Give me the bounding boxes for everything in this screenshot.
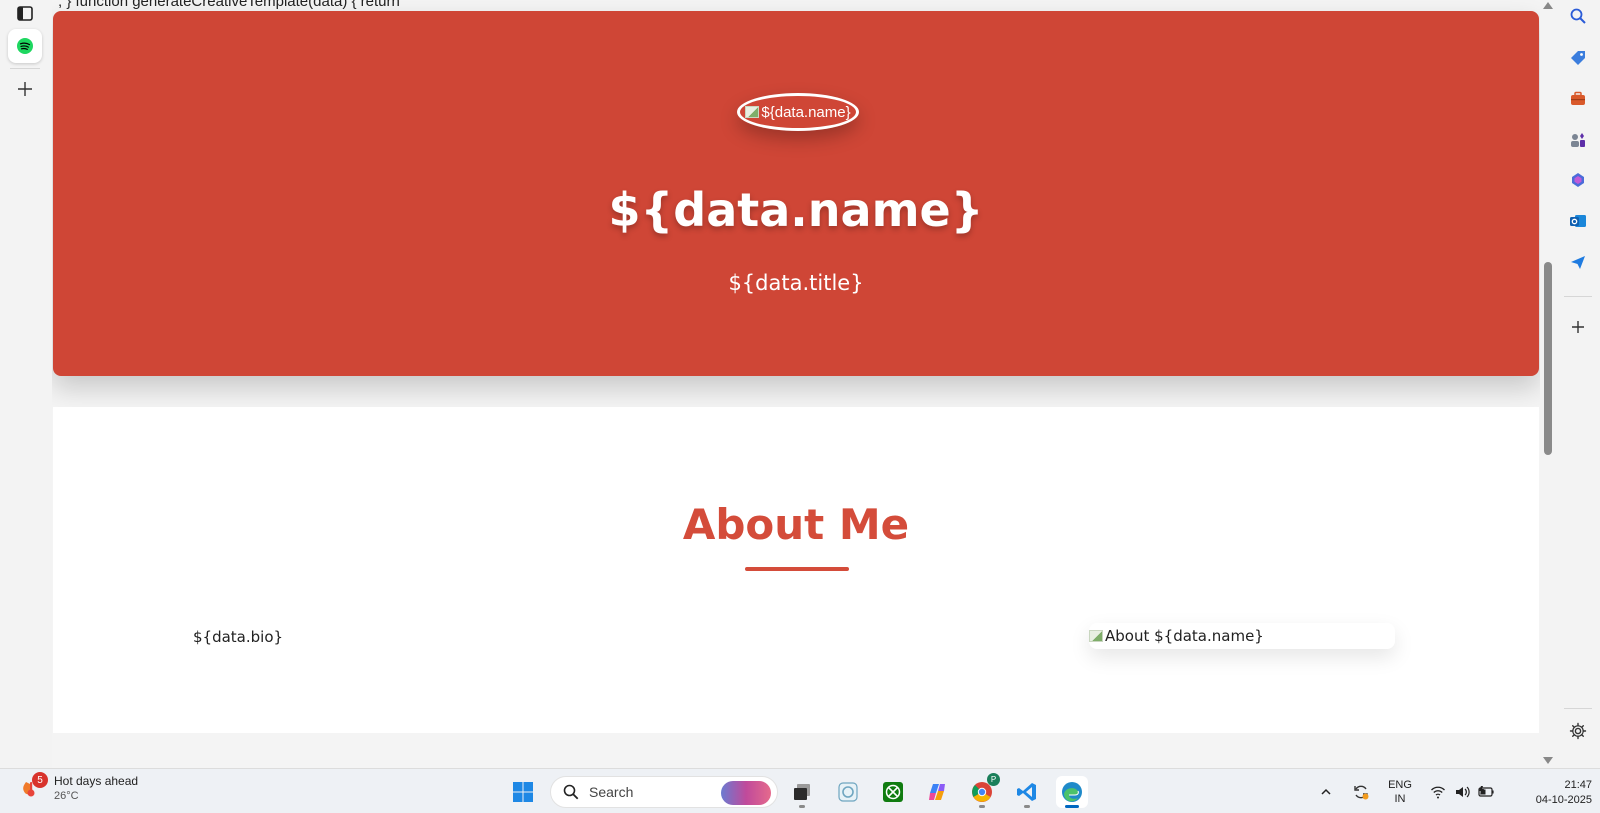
- vertical-tab-strip: [0, 0, 52, 768]
- profile-avatar: ${data.name}: [737, 93, 859, 131]
- windows-taskbar: 5 Hot days ahead 26°C Search P ENG IN 21…: [0, 768, 1600, 813]
- running-indicator: [799, 805, 805, 808]
- volume-icon[interactable]: [1452, 776, 1472, 808]
- spotify-icon: [17, 38, 33, 54]
- about-heading: About Me: [682, 500, 910, 549]
- weather-title: Hot days ahead: [54, 774, 139, 788]
- chrome-icon[interactable]: P: [966, 773, 1000, 808]
- copilot-icon[interactable]: [921, 776, 953, 808]
- region-code: IN: [1394, 793, 1406, 805]
- heading-underline: [745, 567, 849, 571]
- weather-temperature: 26°C: [54, 790, 79, 802]
- raw-code-text: ; } function generateCreativeTemplate(da…: [58, 0, 400, 10]
- add-icon[interactable]: [1567, 316, 1589, 338]
- sidebar-divider: [1564, 296, 1592, 297]
- about-image-alt: About ${data.name}: [1105, 627, 1264, 645]
- add-tab-icon[interactable]: [8, 72, 42, 106]
- copilot-icon[interactable]: [1567, 169, 1589, 191]
- battery-icon[interactable]: [1476, 776, 1496, 808]
- hero-section: ${data.name} ${data.name} ${data.title}: [53, 11, 1539, 376]
- outlook-icon[interactable]: [1567, 210, 1589, 232]
- scroll-down-arrow-icon[interactable]: [1543, 757, 1553, 764]
- notification-badge: 5: [32, 772, 48, 788]
- tab-divider: [10, 68, 40, 69]
- clock-time: 21:47: [1564, 779, 1592, 791]
- search-icon[interactable]: [1567, 5, 1589, 27]
- chevron-up-icon[interactable]: [1316, 776, 1336, 808]
- tab-actions-icon[interactable]: [8, 0, 42, 30]
- running-indicator: [1024, 805, 1030, 808]
- send-icon[interactable]: [1567, 251, 1589, 273]
- tag-icon[interactable]: [1567, 47, 1589, 69]
- edge-icon[interactable]: [1056, 776, 1088, 808]
- taskbar-search[interactable]: Search: [550, 776, 778, 808]
- page-scrollbar[interactable]: [1540, 0, 1556, 768]
- web-page-viewport: ; } function generateCreativeTemplate(da…: [52, 0, 1540, 768]
- sidebar-divider: [1564, 708, 1592, 709]
- weather-widget[interactable]: 5 Hot days ahead 26°C: [18, 772, 139, 802]
- running-indicator: [979, 805, 985, 808]
- windows-start-icon[interactable]: [507, 776, 539, 808]
- broken-image-icon: [1089, 630, 1103, 642]
- scrollbar-thumb[interactable]: [1544, 262, 1552, 455]
- search-icon: [563, 784, 579, 800]
- hero-name: ${data.name}: [608, 183, 984, 237]
- hero-title: ${data.title}: [728, 271, 864, 295]
- thermometer-icon: 5: [18, 772, 48, 802]
- language-code: ENG: [1388, 779, 1412, 791]
- settings-icon[interactable]: [1567, 720, 1589, 742]
- app-icon[interactable]: [832, 776, 864, 808]
- file-manager-icon[interactable]: [786, 776, 818, 808]
- system-clock[interactable]: 21:47 04-10-2025: [1512, 778, 1592, 808]
- scroll-up-arrow-icon[interactable]: [1543, 2, 1553, 9]
- about-section: About Me ${data.bio} About ${data.name}: [53, 407, 1539, 733]
- briefcase-icon[interactable]: [1567, 88, 1589, 110]
- wifi-icon[interactable]: [1428, 776, 1448, 808]
- profile-badge: P: [987, 773, 1000, 786]
- edge-sidebar: [1556, 0, 1600, 768]
- search-placeholder: Search: [589, 784, 634, 800]
- spotify-tab[interactable]: [8, 29, 42, 63]
- language-indicator[interactable]: ENG IN: [1384, 778, 1416, 806]
- sync-icon[interactable]: [1348, 776, 1374, 808]
- avatar-alt-text: ${data.name}: [761, 103, 851, 121]
- about-image: About ${data.name}: [1089, 623, 1395, 649]
- broken-image-icon: [745, 106, 760, 118]
- search-highlight-image: [721, 781, 771, 805]
- games-icon[interactable]: [1567, 129, 1589, 151]
- about-bio: ${data.bio}: [193, 628, 284, 646]
- vscode-icon[interactable]: [1011, 776, 1043, 808]
- clock-date: 04-10-2025: [1535, 794, 1592, 806]
- active-indicator: [1065, 805, 1079, 808]
- xbox-icon[interactable]: [877, 776, 909, 808]
